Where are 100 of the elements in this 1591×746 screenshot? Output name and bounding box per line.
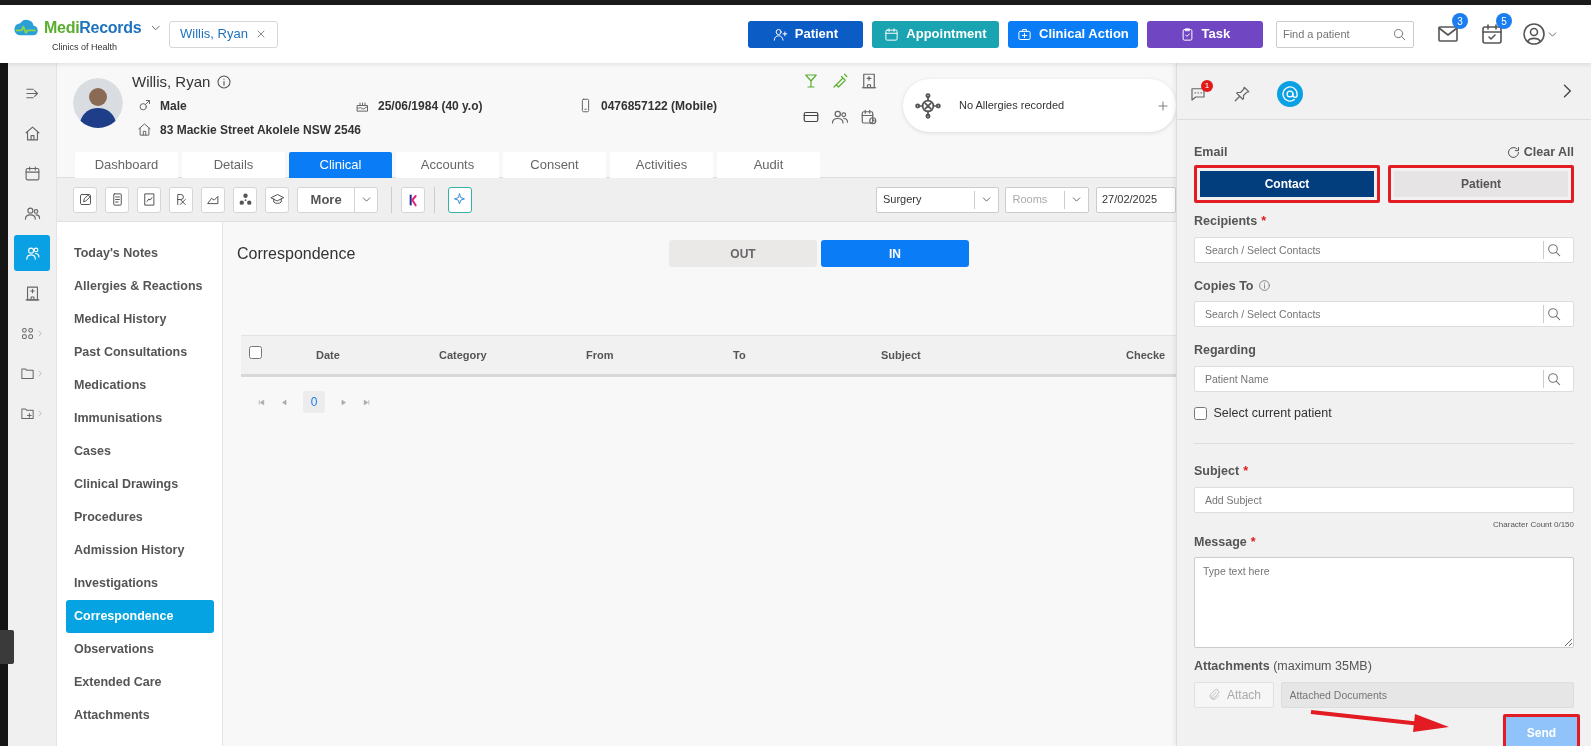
side-menu-item[interactable]: Observations <box>66 633 214 666</box>
patient-tab[interactable]: Willis, Ryan <box>169 20 278 48</box>
column-header[interactable]: Checke <box>1126 348 1166 361</box>
tab[interactable]: Dashboard <box>75 152 178 178</box>
patient-tab-label[interactable]: Willis, Ryan <box>180 24 248 44</box>
tab[interactable]: Accounts <box>396 152 499 178</box>
ai-button[interactable] <box>447 186 472 213</box>
gender-icon <box>137 98 152 113</box>
medkit-icon <box>1017 26 1032 42</box>
patient-dob: 25/06/1984 (40 y.o) <box>378 97 483 115</box>
search-field[interactable]: Search / Select Contacts <box>1194 301 1574 328</box>
search-icon[interactable] <box>1391 26 1407 42</box>
side-menu-item[interactable]: Admission History <box>66 534 214 567</box>
tab[interactable]: Audit <box>717 152 820 178</box>
field-label: Recipients <box>1194 212 1258 230</box>
toolbar-button[interactable] <box>137 186 162 213</box>
calendar-clock-icon[interactable] <box>860 108 878 126</box>
search-field[interactable]: Search / Select Contacts <box>1194 236 1574 263</box>
direction-toggle[interactable]: IN <box>821 240 969 267</box>
search-icon[interactable] <box>1546 241 1562 258</box>
page-number[interactable]: 0 <box>303 391 325 413</box>
nav-rail-item[interactable] <box>14 235 50 271</box>
patient-name: Willis, Ryan <box>132 72 211 92</box>
mode-toggle[interactable]: Patient <box>1388 164 1574 203</box>
calendar-icon <box>23 164 41 182</box>
first-page-icon[interactable] <box>257 397 266 407</box>
field-label: Subject <box>1194 462 1240 480</box>
action-button[interactable]: Task <box>1146 20 1263 48</box>
chevron-right-icon <box>36 328 44 338</box>
side-menu-item[interactable]: Allergies & Reactions <box>66 270 214 303</box>
next-page-icon[interactable] <box>339 397 348 407</box>
column-header[interactable]: From <box>586 348 614 361</box>
previous-page-icon[interactable] <box>280 397 289 407</box>
toolbar-button[interactable] <box>401 186 426 213</box>
toolbar-button[interactable] <box>265 186 290 213</box>
date-field[interactable]: 27/02/2025 <box>1096 186 1176 213</box>
column-header[interactable]: To <box>733 348 746 361</box>
side-menu-item[interactable]: Procedures <box>66 501 214 534</box>
paperclip-icon <box>1207 688 1221 702</box>
clinic-name: Clinics of Health <box>52 41 119 55</box>
side-menu-item[interactable]: Immunisations <box>66 402 214 435</box>
last-page-icon[interactable] <box>362 397 371 407</box>
side-menu-item[interactable]: Medical History <box>66 303 214 336</box>
tab[interactable]: Clinical <box>289 152 392 178</box>
column-header[interactable]: Category <box>439 348 487 361</box>
toolbar-button[interactable] <box>233 186 258 213</box>
tab[interactable]: Activities <box>610 152 713 178</box>
hospital-icon <box>23 284 41 302</box>
hospital-icon[interactable] <box>860 72 878 90</box>
tab[interactable]: Consent <box>503 152 606 178</box>
search-field[interactable]: Find a patient <box>1275 20 1414 48</box>
message-box[interactable]: Type text here <box>1194 557 1574 649</box>
mode-toggle[interactable]: Contact <box>1194 164 1380 203</box>
side-menu-item[interactable]: Extended Care <box>66 666 214 699</box>
panel-tab[interactable]: 1 <box>1189 79 1213 103</box>
checkbox-label: Select current patient <box>1213 405 1332 422</box>
home-icon <box>137 122 152 137</box>
required-mark: * <box>1243 462 1249 480</box>
calendar-icon <box>884 26 900 42</box>
side-menu-item[interactable]: Attachments <box>66 699 214 732</box>
search-icon[interactable] <box>1546 371 1562 387</box>
info-icon[interactable] <box>216 74 233 91</box>
side-menu-item[interactable]: Medications <box>66 369 214 402</box>
section-label: Email <box>1194 144 1228 161</box>
action-button[interactable]: Clinical Action <box>1007 20 1138 48</box>
patient-gender: Male <box>160 97 187 115</box>
input-field[interactable]: Add Subject <box>1194 486 1574 513</box>
toolbar-button[interactable] <box>201 186 226 213</box>
people-icon[interactable] <box>831 108 849 126</box>
user-icon[interactable] <box>1521 22 1546 46</box>
clear-all-button[interactable]: Clear All <box>1505 143 1574 162</box>
direction-toggle[interactable]: OUT <box>669 240 817 267</box>
martini-icon[interactable] <box>802 72 820 90</box>
trefoil-icon <box>237 192 253 207</box>
tab[interactable]: Details <box>182 152 285 178</box>
notification-badge: 1 <box>1201 79 1213 92</box>
required-mark: * <box>1250 533 1256 551</box>
toolbar-button[interactable] <box>73 186 97 213</box>
syringe-icon[interactable] <box>831 72 849 90</box>
home-icon <box>23 124 41 142</box>
side-menu-item[interactable]: Today's Notes <box>66 237 214 270</box>
side-handle[interactable] <box>0 630 14 664</box>
side-menu-item[interactable]: Past Consultations <box>66 336 214 369</box>
toolbar-button[interactable] <box>105 186 130 213</box>
column-header[interactable]: Date <box>316 348 340 361</box>
patient-address: 83 Mackie Street Akolele NSW 2546 <box>160 121 361 139</box>
clipboard-icon <box>1179 26 1195 42</box>
search-field[interactable]: Patient Name <box>1194 366 1574 392</box>
select-all-checkbox[interactable] <box>249 346 262 360</box>
column-header[interactable]: Subject <box>881 348 921 361</box>
checkbox[interactable] <box>1194 406 1207 420</box>
toolbar-button[interactable] <box>169 186 194 213</box>
side-menu-item[interactable]: Cases <box>66 435 214 468</box>
location-select[interactable]: Surgery <box>876 186 999 213</box>
sparkle-icon <box>452 192 468 207</box>
action-button[interactable]: Patient <box>747 20 863 48</box>
side-menu-item[interactable]: Clinical Drawings <box>66 468 214 501</box>
attached-documents-field[interactable]: Attached Documents <box>1280 682 1574 708</box>
side-menu-item[interactable]: Investigations <box>66 567 214 600</box>
search-icon[interactable] <box>1546 306 1562 323</box>
